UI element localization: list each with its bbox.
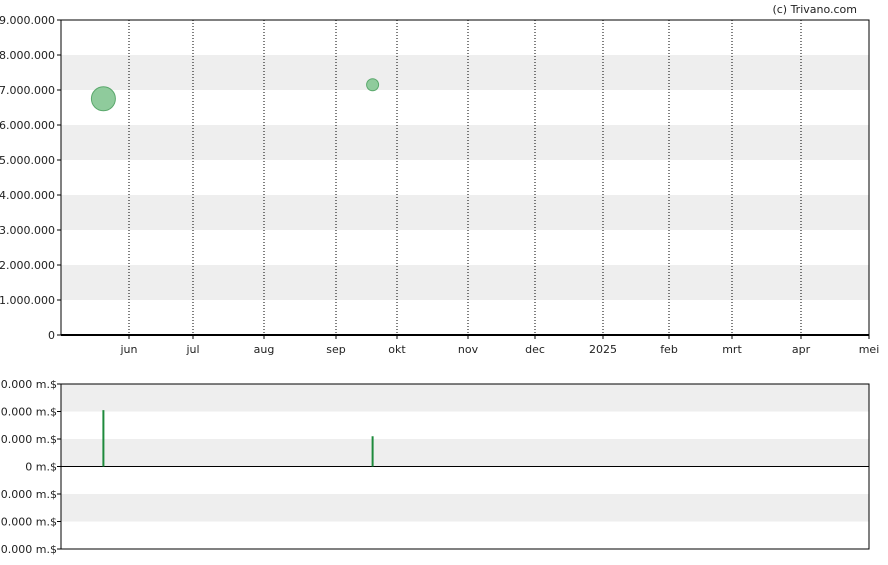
stock-chart: (c) Trivano.com 0 1.000.000 2.000.000 3.000…	[0, 0, 888, 565]
price-x-tick-label: jul	[185, 343, 199, 356]
price-x-tick-label: mrt	[722, 343, 742, 356]
price-y-tick-label: 3.000.000	[0, 224, 55, 237]
volume-y-tick-label: 000.000 m.$	[0, 378, 57, 391]
price-x-tick-label: apr	[792, 343, 811, 356]
volume-y-tick-label: 000.000 m.$	[0, 516, 57, 529]
volume-band	[61, 439, 869, 467]
price-y-tick-label: 0	[48, 329, 55, 342]
price-y-tick-label: 8.000.000	[0, 49, 55, 62]
price-band	[61, 125, 869, 160]
price-y-tick-label: 2.000.000	[0, 259, 55, 272]
copyright-label: (c) Trivano.com	[772, 3, 857, 16]
volume-band	[61, 384, 869, 412]
price-x-tick-label: aug	[254, 343, 275, 356]
price-x-tick-label: dec	[525, 343, 545, 356]
chart-svg: (c) Trivano.com 0 1.000.000 2.000.000 3.000…	[0, 3, 879, 556]
volume-y-tick-label: 000.000 m.$	[0, 406, 57, 419]
volume-band	[61, 494, 869, 522]
price-y-tick-label: 6.000.000	[0, 119, 55, 132]
price-x-tick-label: mei	[859, 343, 880, 356]
price-panel: 0 1.000.000 2.000.000 3.000.000 4.000.000 5.0…	[0, 14, 879, 356]
price-band	[61, 195, 869, 230]
price-y-tick-label: 1.000.000	[0, 294, 55, 307]
price-band	[61, 55, 869, 90]
price-bubble	[90, 86, 116, 112]
price-band	[61, 265, 869, 300]
volume-panel: 000.000 m.$ 000.000 m.$ 000.000 m.$ 0 m.$ 00…	[0, 378, 870, 556]
price-x-tick-label: feb	[660, 343, 678, 356]
price-x-tick-label: okt	[388, 343, 406, 356]
volume-y-tick-label: 000.000 m.$	[0, 543, 57, 556]
price-bubble	[366, 78, 380, 92]
price-y-tick-label: 5.000.000	[0, 154, 55, 167]
volume-y-tick-label: 0 m.$	[25, 461, 57, 474]
price-x-tick-label: nov	[458, 343, 479, 356]
price-x-tick-label: sep	[326, 343, 345, 356]
price-y-tick-label: 7.000.000	[0, 84, 55, 97]
volume-y-tick-label: 000.000 m.$	[0, 433, 57, 446]
price-y-tick-label: 4.000.000	[0, 189, 55, 202]
price-y-tick-label: 9.000.000	[0, 14, 55, 27]
volume-y-tick-label: 000.000 m.$	[0, 488, 57, 501]
price-x-tick-label: jun	[120, 343, 138, 356]
price-x-tick-label: 2025	[589, 343, 617, 356]
